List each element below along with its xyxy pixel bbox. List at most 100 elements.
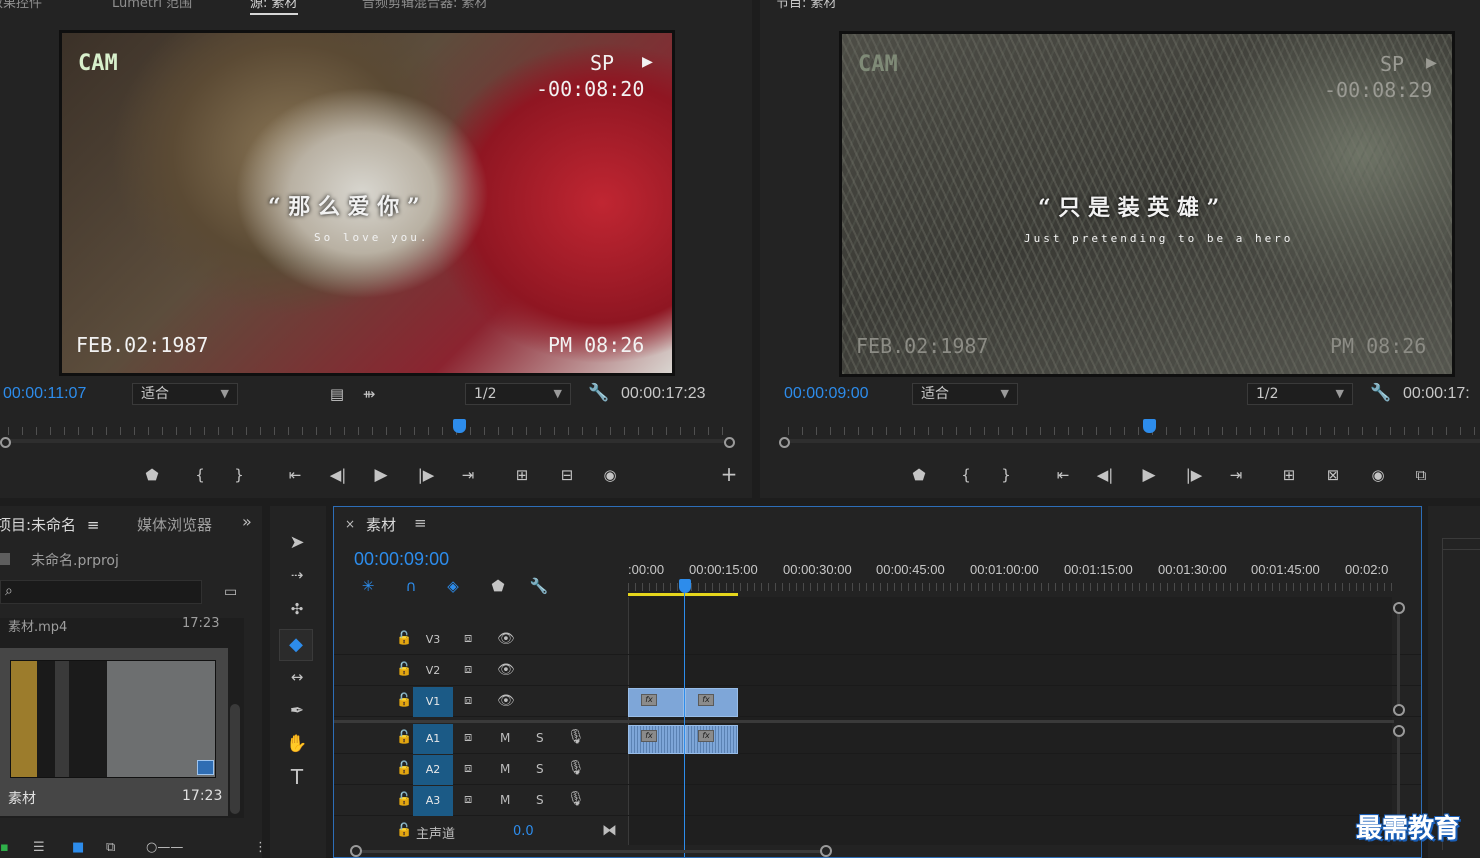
sync-lock-icon[interactable]: ⧈ xyxy=(464,662,472,677)
project-scrollbar[interactable] xyxy=(230,704,240,814)
sync-lock-icon[interactable]: ⧈ xyxy=(464,631,472,646)
lock-icon[interactable]: 🔓 xyxy=(396,730,412,745)
track-select-tool-icon[interactable]: ⇢ xyxy=(284,566,310,584)
track-label-v1[interactable]: V1 xyxy=(413,687,453,717)
icon-view-icon[interactable]: ■ xyxy=(72,840,84,855)
solo-button[interactable]: S xyxy=(536,793,544,807)
microphone-icon[interactable]: 🎙 xyxy=(567,729,585,745)
razor-tool-icon[interactable]: ◆ xyxy=(279,629,313,661)
play-icon[interactable]: ▶ xyxy=(370,466,392,484)
zoom-handle-left[interactable] xyxy=(350,845,362,857)
mark-in-icon[interactable]: { xyxy=(190,466,210,484)
go-to-out-icon[interactable]: ⇥ xyxy=(1224,466,1248,484)
go-to-out-icon[interactable]: ⇥ xyxy=(456,466,480,484)
mute-button[interactable]: M xyxy=(500,731,510,745)
tab-audio-clip-mixer[interactable]: 音频剪辑混合器: 素材 xyxy=(362,0,488,11)
sync-lock-icon[interactable]: ⧈ xyxy=(464,730,472,745)
source-timecode-current[interactable]: 00:00:11:07 xyxy=(3,385,86,403)
source-scrub-bar[interactable] xyxy=(8,419,724,445)
lock-icon[interactable]: 🔓 xyxy=(396,662,412,677)
track-label-v2[interactable]: V2 xyxy=(413,656,453,686)
source-resolution-dropdown[interactable]: 1/2 ▼ xyxy=(465,383,571,405)
step-back-icon[interactable]: ◀| xyxy=(1094,466,1116,484)
panel-menu-icon[interactable]: ≡ xyxy=(87,516,100,534)
selection-tool-icon[interactable]: ➤ xyxy=(284,534,310,552)
timeline-playhead[interactable] xyxy=(679,579,691,593)
lift-icon[interactable]: ⊞ xyxy=(1276,466,1302,484)
snap-icon[interactable]: ∩ xyxy=(401,577,421,595)
eye-icon[interactable]: 👁 xyxy=(497,693,515,709)
project-search-input[interactable]: ⌕ xyxy=(0,580,202,604)
sync-lock-icon[interactable]: ⧈ xyxy=(464,761,472,776)
more-options-icon[interactable]: ⋮ xyxy=(254,840,262,855)
add-marker-icon[interactable]: ⬟ xyxy=(142,466,162,484)
mark-out-icon[interactable]: } xyxy=(229,466,249,484)
go-to-end-icon[interactable]: ⧓ xyxy=(602,821,617,839)
timeline-timecode[interactable]: 00:00:09:00 xyxy=(354,549,449,570)
hand-tool-icon[interactable]: ✋ xyxy=(284,735,310,753)
source-playhead[interactable] xyxy=(453,419,466,433)
panel-menu-icon[interactable]: ≡ xyxy=(414,514,427,532)
video-scroll-handle-bottom[interactable] xyxy=(1393,704,1405,716)
mark-out-icon[interactable]: } xyxy=(996,466,1016,484)
lock-icon[interactable]: 🔓 xyxy=(396,761,412,776)
freeform-view-icon[interactable]: ⧉ xyxy=(106,840,115,855)
video-clip-1[interactable]: fx xyxy=(628,688,684,717)
solo-button[interactable]: S xyxy=(536,762,544,776)
video-scroll-handle-top[interactable] xyxy=(1393,602,1405,614)
sync-lock-icon[interactable]: ⧈ xyxy=(464,792,472,807)
lock-icon[interactable]: 🔓 xyxy=(396,693,412,708)
add-button-icon[interactable]: + xyxy=(718,464,740,484)
zoom-handle-right[interactable] xyxy=(820,845,832,857)
ripple-edit-tool-icon[interactable]: ✣ xyxy=(284,600,310,618)
source-fit-dropdown[interactable]: 适合 ▼ xyxy=(132,383,238,405)
program-scroll-handle-left[interactable] xyxy=(779,437,790,448)
add-marker-icon[interactable]: ⬟ xyxy=(488,577,508,595)
lock-icon[interactable]: 🔓 xyxy=(396,792,412,807)
go-to-in-icon[interactable]: ⇤ xyxy=(1051,466,1075,484)
work-area-bar[interactable] xyxy=(628,593,738,596)
export-frame-icon[interactable]: ◉ xyxy=(598,466,622,484)
tab-lumetri-scopes[interactable]: Lumetri 范围 xyxy=(112,0,192,11)
film-settings-icon[interactable]: ▤ xyxy=(327,385,347,403)
mark-in-icon[interactable]: { xyxy=(956,466,976,484)
program-fit-dropdown[interactable]: 适合 ▼ xyxy=(912,383,1018,405)
source-scroll-handle-right[interactable] xyxy=(724,437,735,448)
microphone-icon[interactable]: 🎙 xyxy=(567,791,585,807)
source-video-frame[interactable]: CAM SP ▶ -00:08:20 “ 那 么 爱 你 ” So love y… xyxy=(59,30,675,376)
track-label-a2[interactable]: A2 xyxy=(413,755,453,785)
step-back-icon[interactable]: ◀| xyxy=(327,466,349,484)
comparison-view-icon[interactable]: ⧉ xyxy=(1408,466,1434,484)
timeline-close-icon[interactable]: × xyxy=(345,517,355,531)
slip-tool-icon[interactable]: ↔ xyxy=(284,668,310,686)
video-scrollbar[interactable] xyxy=(1397,614,1400,704)
video-clip-2[interactable]: fx xyxy=(685,688,738,717)
insert-edit-icon[interactable]: ⇻ xyxy=(358,385,380,403)
program-video-frame[interactable]: CAM SP ▶ -00:08:29 “ 只 是 装 英 雄 ” Just pr… xyxy=(839,31,1455,377)
overwrite-icon[interactable]: ⊟ xyxy=(554,466,580,484)
timeline-tab[interactable]: 素材 xyxy=(366,514,396,535)
list-view-icon[interactable]: ☰ xyxy=(33,840,45,855)
master-volume-value[interactable]: 0.0 xyxy=(513,824,534,839)
sync-lock-icon[interactable]: ⧈ xyxy=(464,693,472,708)
eye-icon[interactable]: 👁 xyxy=(497,631,515,647)
step-forward-icon[interactable]: |▶ xyxy=(1183,466,1205,484)
audio-scroll-handle-top[interactable] xyxy=(1393,725,1405,737)
play-icon[interactable]: ▶ xyxy=(1138,466,1160,484)
track-label-a3[interactable]: A3 xyxy=(413,786,453,816)
wrench-icon[interactable]: 🔧 xyxy=(1370,384,1391,402)
audio-clip-2[interactable]: fx xyxy=(685,725,738,754)
source-scroll-handle-left[interactable] xyxy=(0,437,11,448)
microphone-icon[interactable]: 🎙 xyxy=(567,760,585,776)
add-marker-icon[interactable]: ⬟ xyxy=(909,466,929,484)
track-label-a1[interactable]: A1 xyxy=(413,724,453,754)
lock-icon[interactable]: 🔓 xyxy=(396,631,412,646)
program-tab[interactable]: 节目: 素材 xyxy=(776,0,837,11)
media-browser-tab[interactable]: 媒体浏览器 xyxy=(137,514,213,535)
zoom-slider-icon[interactable]: ○—— xyxy=(146,840,183,855)
insert-icon[interactable]: ⊞ xyxy=(509,466,535,484)
clip-thumbnail-card[interactable]: 素材 17:23 xyxy=(0,648,228,816)
expand-panels-icon[interactable]: » xyxy=(242,512,252,531)
mute-button[interactable]: M xyxy=(500,793,510,807)
tab-effect-controls[interactable]: 效果控件 xyxy=(0,0,42,11)
